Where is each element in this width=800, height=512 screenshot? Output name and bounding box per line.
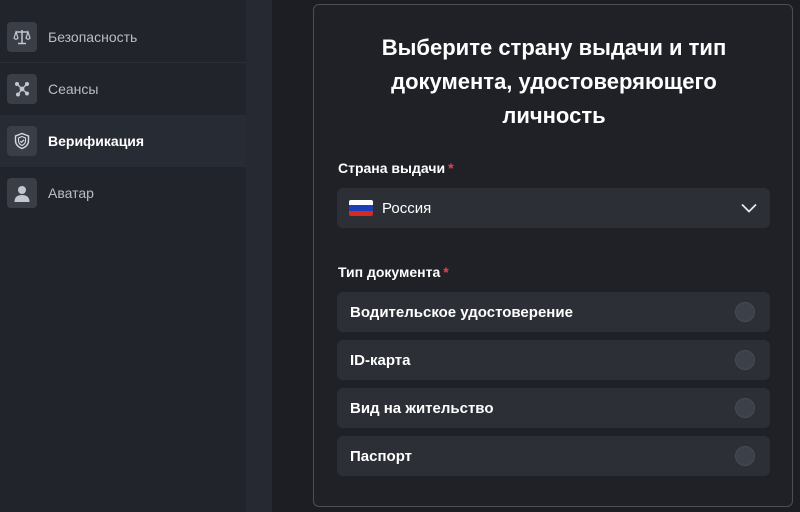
document-option-id-card[interactable]: ID-карта [337, 340, 770, 380]
app-root: Безопасность Сеансы Верификация Аватар В… [0, 0, 800, 512]
verification-card: Выберите страну выдачи и тип документа, … [313, 4, 793, 507]
sessions-icon [7, 74, 37, 104]
option-label: Паспорт [350, 447, 412, 465]
required-mark: * [448, 160, 454, 176]
radio-button[interactable] [735, 446, 755, 466]
sidebar-item-label: Безопасность [48, 29, 138, 45]
radio-button[interactable] [735, 398, 755, 418]
sidebar-item-avatar[interactable]: Аватар [0, 167, 246, 219]
sidebar-item-sessions[interactable]: Сеансы [0, 63, 246, 115]
country-select-value: Россия [382, 199, 432, 217]
required-mark: * [443, 264, 449, 280]
document-option-passport[interactable]: Паспорт [337, 436, 770, 476]
sidebar-item-label: Сеансы [48, 81, 99, 97]
option-label: Вид на жительство [350, 399, 494, 417]
option-label: Водительское удостоверение [350, 303, 573, 321]
scales-icon [7, 22, 37, 52]
country-field-label: Страна выдачи * [338, 160, 454, 176]
document-type-field-label: Тип документа * [338, 264, 449, 280]
content-gutter [246, 0, 272, 512]
radio-button[interactable] [735, 302, 755, 322]
sidebar-item-verification[interactable]: Верификация [0, 115, 246, 167]
russia-flag-icon [349, 200, 373, 216]
country-select[interactable]: Россия [337, 188, 770, 228]
user-icon [7, 178, 37, 208]
sidebar-item-label: Верификация [48, 133, 145, 149]
sidebar-item-security[interactable]: Безопасность [0, 11, 246, 63]
page-title: Выберите страну выдачи и тип документа, … [381, 35, 727, 128]
option-label: ID-карта [350, 351, 411, 369]
chevron-down-icon [741, 203, 757, 213]
shield-icon [7, 126, 37, 156]
country-label-text: Страна выдачи [338, 160, 446, 176]
sidebar-item-label: Аватар [48, 185, 94, 201]
document-type-label-text: Тип документа [338, 264, 441, 280]
document-option-drivers-license[interactable]: Водительское удостоверение [337, 292, 770, 332]
radio-button[interactable] [735, 350, 755, 370]
sidebar: Безопасность Сеансы Верификация Аватар [0, 0, 246, 512]
document-option-residence-permit[interactable]: Вид на жительство [337, 388, 770, 428]
